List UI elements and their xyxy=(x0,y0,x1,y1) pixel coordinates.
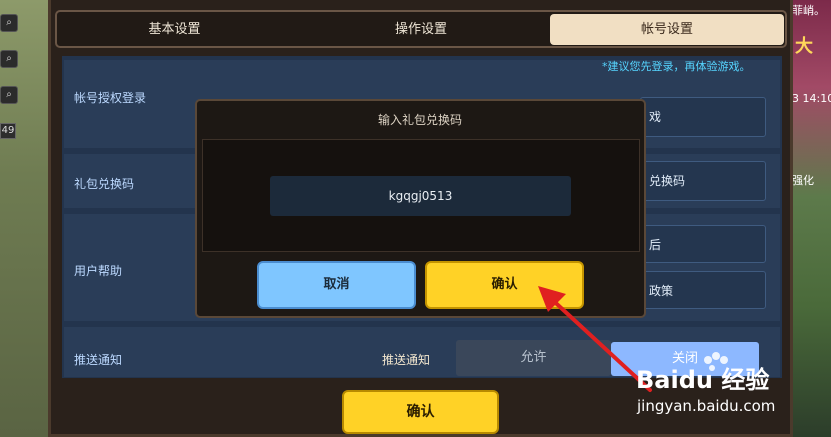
dialog-title: 输入礼包兑换码 xyxy=(378,113,463,127)
tab-basic-settings[interactable]: 基本设置 xyxy=(57,14,292,45)
background-title: 大 xyxy=(795,36,813,57)
tab-account-settings[interactable]: 帐号设置 xyxy=(550,14,784,45)
login-game-button[interactable]: 戏 xyxy=(640,97,766,137)
push-sub-label: 推送通知 xyxy=(382,353,431,367)
settings-confirm-button[interactable]: 确认 xyxy=(342,390,499,434)
login-hint: *建议您先登录，再体验游戏。 xyxy=(602,60,751,73)
gift-code-input[interactable]: kgqgj0513 xyxy=(270,176,571,216)
push-label: 推送通知 xyxy=(74,353,123,367)
account-login-label: 帐号授权登录 xyxy=(74,91,147,105)
user-help-label: 用户帮助 xyxy=(74,264,123,278)
search-icon[interactable]: ⌕ xyxy=(0,50,18,68)
game-background-right xyxy=(788,0,831,437)
search-icon[interactable]: ⌕ xyxy=(0,14,18,32)
background-badge: 强化 xyxy=(792,174,814,187)
background-text: 菲峭。 xyxy=(792,4,825,17)
dialog-cancel-button[interactable]: 取消 xyxy=(257,261,416,309)
watermark-brand: Baidu 经验 xyxy=(636,366,770,394)
level-badge: 49 xyxy=(0,123,16,139)
gift-code-label: 礼包兑换码 xyxy=(74,177,135,191)
redeem-code-button[interactable]: 兑换码 xyxy=(640,161,766,201)
push-allow-toggle[interactable]: 允许 xyxy=(456,340,611,376)
search-icon[interactable]: ⌕ xyxy=(0,86,18,104)
tab-control-settings[interactable]: 操作设置 xyxy=(300,14,542,45)
dialog-confirm-button[interactable]: 确认 xyxy=(425,261,584,309)
background-time: 3 14:10 xyxy=(792,92,831,105)
watermark-url: jingyan.baidu.com xyxy=(637,397,776,415)
policy-button[interactable]: 政策 xyxy=(640,271,766,309)
help-button[interactable]: 后 xyxy=(640,225,766,263)
